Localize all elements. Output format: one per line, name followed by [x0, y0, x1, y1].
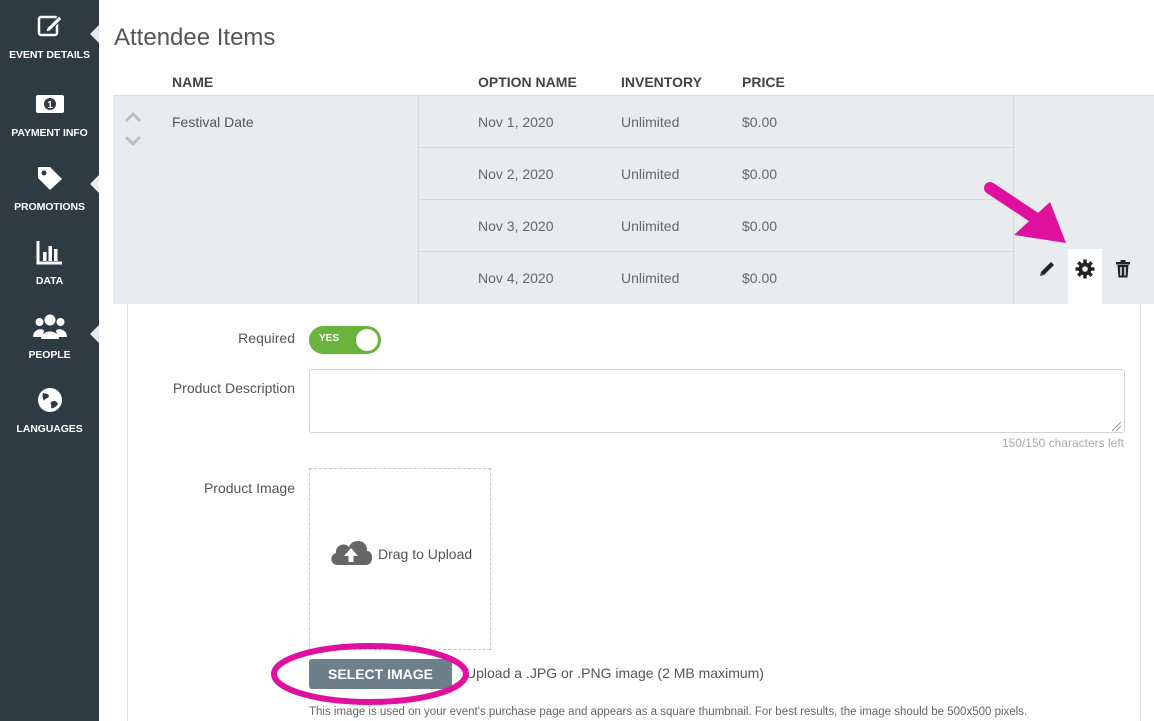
pencil-icon[interactable]	[1032, 254, 1062, 284]
column-header-inventory: INVENTORY	[621, 74, 702, 90]
sidebar-item-people[interactable]: PEOPLE	[0, 300, 99, 370]
product-description-input[interactable]	[309, 369, 1125, 433]
inventory-cell: Unlimited	[621, 270, 680, 286]
required-label: Required	[238, 330, 295, 346]
page-title: Attendee Items	[114, 24, 276, 51]
cloud-upload-icon	[328, 535, 374, 572]
nav-notch-active	[90, 25, 99, 43]
inventory-cell: Unlimited	[621, 166, 680, 182]
price-cell: $0.00	[742, 114, 778, 130]
table-row: Nov 2, 2020 Unlimited $0.00	[419, 148, 1013, 200]
column-header-price: PRICE	[742, 74, 785, 90]
upload-help-text: This image is used on your event's purch…	[309, 706, 1028, 718]
price-cell: $0.00	[742, 270, 778, 286]
sidebar-item-label: PROMOTIONS	[14, 201, 85, 213]
dropzone-text: Drag to Upload	[378, 545, 473, 562]
gear-icon[interactable]	[1070, 254, 1100, 284]
svg-text:1: 1	[47, 100, 53, 111]
toggle-knob	[356, 329, 378, 351]
characters-left: 150/150 characters left	[1001, 436, 1124, 450]
price-cell: $0.00	[742, 218, 778, 234]
tag-icon	[0, 166, 99, 190]
sidebar-item-data[interactable]: DATA	[0, 226, 99, 296]
sidebar-item-label: PEOPLE	[28, 349, 71, 361]
upload-note: Upload a .JPG or .PNG image (2 MB maximu…	[466, 665, 764, 681]
required-toggle[interactable]: YES	[309, 326, 381, 354]
move-up-arrow-icon[interactable]	[123, 110, 143, 124]
column-header-option-name: OPTION NAME	[478, 74, 577, 90]
sidebar-item-label: LANGUAGES	[16, 423, 83, 435]
sidebar-item-label: PAYMENT INFO	[11, 127, 88, 139]
trash-icon[interactable]	[1108, 254, 1138, 284]
table-row: Nov 1, 2020 Unlimited $0.00	[419, 96, 1013, 148]
price-cell: $0.00	[742, 166, 778, 182]
sidebar: EVENT DETAILS 1 PAYMENT INFO PROMOTIONS …	[0, 0, 99, 721]
option-name-cell: Nov 1, 2020	[478, 114, 554, 130]
column-header-name: NAME	[172, 74, 214, 90]
sidebar-item-event-details[interactable]: EVENT DETAILS	[0, 0, 99, 70]
inventory-cell: Unlimited	[621, 114, 680, 130]
option-name-cell: Nov 2, 2020	[478, 166, 554, 182]
table-row: Nov 4, 2020 Unlimited $0.00	[419, 252, 1013, 304]
item-settings-panel	[127, 304, 1141, 721]
option-name-cell: Nov 3, 2020	[478, 218, 554, 234]
resize-grip-icon[interactable]	[1111, 419, 1122, 432]
move-down-arrow-icon[interactable]	[123, 134, 143, 148]
product-description-label: Product Description	[172, 380, 295, 396]
globe-icon	[0, 388, 99, 412]
money-icon: 1	[0, 92, 99, 116]
people-icon	[0, 314, 99, 339]
option-name-cell: Nov 4, 2020	[478, 270, 554, 286]
product-image-label: Product Image	[203, 480, 295, 496]
dropzone-content: Drag to Upload	[328, 535, 472, 572]
image-dropzone[interactable]: Drag to Upload	[309, 468, 491, 650]
page: EVENT DETAILS 1 PAYMENT INFO PROMOTIONS …	[0, 0, 1154, 721]
select-image-button[interactable]: SELECT IMAGE	[309, 659, 452, 689]
toggle-state-text: YES	[319, 333, 340, 344]
sidebar-item-label: DATA	[35, 275, 64, 287]
edit-icon	[0, 14, 99, 38]
sidebar-item-label: EVENT DETAILS	[9, 49, 90, 61]
inventory-cell: Unlimited	[621, 218, 680, 234]
nav-notch	[90, 175, 99, 193]
sidebar-item-payment-info[interactable]: 1 PAYMENT INFO	[0, 78, 99, 148]
sidebar-item-promotions[interactable]: PROMOTIONS	[0, 152, 99, 222]
sidebar-item-languages[interactable]: LANGUAGES	[0, 374, 99, 444]
item-name: Festival Date	[172, 114, 254, 130]
bar-chart-icon	[0, 240, 99, 265]
table-row: Nov 3, 2020 Unlimited $0.00	[419, 200, 1013, 252]
option-rows: Nov 1, 2020 Unlimited $0.00 Nov 2, 2020 …	[418, 96, 1014, 304]
